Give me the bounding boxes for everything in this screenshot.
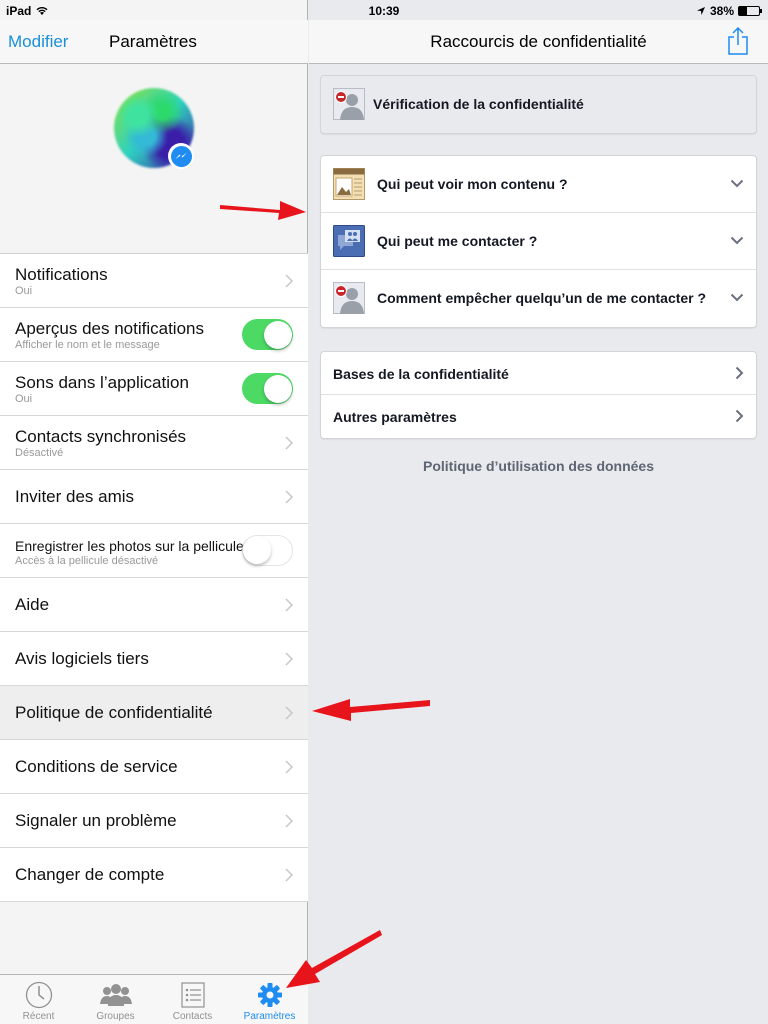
content-icon xyxy=(333,168,365,200)
toggle-switch[interactable] xyxy=(242,319,293,350)
tab-settings[interactable]: Paramètres xyxy=(231,975,308,1024)
share-icon[interactable] xyxy=(726,26,750,56)
toggle-switch[interactable] xyxy=(242,535,293,566)
tab-bar: Récent Groupes Contacts Paramètres xyxy=(0,974,308,1024)
settings-row[interactable]: Changer de compte xyxy=(0,848,308,902)
chevron-down-icon xyxy=(730,236,744,245)
privacy-checkup-label: Vérification de la confidentialité xyxy=(373,96,584,112)
settings-row-label: Sons dans l’application xyxy=(15,373,189,392)
clock-icon xyxy=(25,981,52,1009)
settings-row[interactable]: Politique de confidentialité xyxy=(0,686,308,740)
shortcut-label: Qui peut voir mon contenu ? xyxy=(377,176,568,192)
settings-row[interactable]: Notifications Oui xyxy=(0,254,308,308)
settings-row-label: Changer de compte xyxy=(15,865,165,884)
profile-header xyxy=(0,65,308,253)
contacts-list-icon xyxy=(180,982,205,1008)
settings-row-label: Signaler un problème xyxy=(15,811,177,830)
battery-icon xyxy=(738,6,762,16)
shortcut-who-can-contact[interactable]: Qui peut me contacter ? xyxy=(321,213,756,270)
chevron-right-icon xyxy=(285,868,294,882)
chevron-right-icon xyxy=(285,436,294,450)
toggle-knob xyxy=(263,320,292,349)
chevron-right-icon xyxy=(285,274,294,288)
settings-row[interactable]: Signaler un problème xyxy=(0,794,308,848)
settings-row[interactable]: Inviter des amis xyxy=(0,470,308,524)
settings-row-label: Enregistrer les photos sur la pellicule xyxy=(15,538,244,554)
settings-list: Notifications Oui Aperçus des notification… xyxy=(0,253,308,902)
chevron-right-icon xyxy=(285,706,294,720)
toggle-knob xyxy=(263,374,292,403)
settings-row[interactable]: Sons dans l’application Oui xyxy=(0,362,308,416)
privacy-title: Raccourcis de confidentialité xyxy=(430,32,647,51)
settings-row-sublabel: Désactivé xyxy=(15,447,64,459)
settings-row-label: Aperçus des notifications xyxy=(15,319,204,338)
settings-row[interactable]: Enregistrer les photos sur la pellicule A… xyxy=(0,524,308,578)
messenger-badge xyxy=(168,143,194,169)
toggle-knob xyxy=(243,536,271,564)
tab-groups-label: Groupes xyxy=(96,1011,135,1022)
shortcut-who-can-see[interactable]: Qui peut voir mon contenu ? xyxy=(321,156,756,213)
settings-row-sublabel: Accès à la pellicule désactivé xyxy=(15,555,159,567)
chevron-right-icon xyxy=(285,760,294,774)
shortcuts-card: Qui peut voir mon contenu ? Qui peut me … xyxy=(320,155,757,328)
shortcut-block-contact[interactable]: Comment empêcher quelqu’un de me contact… xyxy=(321,270,756,327)
settings-row-label: Avis logiciels tiers xyxy=(15,649,149,668)
messenger-bolt-icon xyxy=(175,153,187,159)
contact-messages-icon xyxy=(333,225,365,257)
link-label: Bases de la confidentialité xyxy=(333,366,509,382)
edit-button[interactable]: Modifier xyxy=(8,32,68,52)
gear-icon xyxy=(257,983,282,1007)
chevron-down-icon xyxy=(730,179,744,188)
chevron-down-icon xyxy=(730,293,744,302)
settings-pane: Modifier Paramètres Notifications Oui Aper… xyxy=(0,0,308,1024)
chevron-right-icon xyxy=(285,814,294,828)
data-policy-link[interactable]: Politique d’utilisation des données xyxy=(309,458,768,474)
settings-row-label: Conditions de service xyxy=(15,757,178,776)
tab-groups[interactable]: Groupes xyxy=(77,975,154,1024)
settings-row[interactable]: Avis logiciels tiers xyxy=(0,632,308,686)
settings-row-sublabel: Afficher le nom et le message xyxy=(15,339,160,351)
privacy-links-card: Bases de la confidentialité Autres param… xyxy=(320,351,757,439)
settings-row[interactable]: Contacts synchronisés Désactivé xyxy=(0,416,308,470)
settings-nav-bar: Modifier Paramètres xyxy=(0,20,308,64)
groups-icon xyxy=(99,984,132,1006)
chevron-right-icon xyxy=(285,490,294,504)
privacy-checkup-row[interactable]: Vérification de la confidentialité xyxy=(321,76,756,133)
shortcut-label: Qui peut me contacter ? xyxy=(377,233,538,249)
tab-recent-label: Récent xyxy=(22,1011,55,1022)
settings-row-label: Inviter des amis xyxy=(15,487,135,506)
privacy-shortcuts-pane: Raccourcis de confidentialité Vérificati… xyxy=(309,0,768,1024)
status-bar: iPad 10:39 38% xyxy=(0,0,768,20)
toggle-switch[interactable] xyxy=(242,373,293,404)
tab-contacts-label: Contacts xyxy=(172,1011,213,1022)
settings-row-label: Politique de confidentialité xyxy=(15,703,213,722)
settings-row[interactable]: Aide xyxy=(0,578,308,632)
link-privacy-basics[interactable]: Bases de la confidentialité xyxy=(321,352,756,395)
privacy-nav-bar: Raccourcis de confidentialité xyxy=(309,20,768,64)
tab-settings-label: Paramètres xyxy=(243,1011,296,1022)
blocked-user-icon xyxy=(333,88,365,120)
chevron-right-icon xyxy=(285,598,294,612)
tab-recent[interactable]: Récent xyxy=(0,975,77,1024)
link-other-settings[interactable]: Autres paramètres xyxy=(321,395,756,438)
settings-title: Paramètres xyxy=(109,32,197,51)
blocked-user-icon xyxy=(333,282,365,314)
settings-row-label: Notifications xyxy=(15,265,108,284)
battery-percent: 38% xyxy=(709,4,734,18)
settings-row[interactable]: Conditions de service xyxy=(0,740,308,794)
settings-row-label: Contacts synchronisés xyxy=(15,427,187,446)
tab-contacts[interactable]: Contacts xyxy=(154,975,231,1024)
settings-row[interactable]: Aperçus des notifications Afficher le nom… xyxy=(0,308,308,362)
location-arrow-icon xyxy=(696,7,705,15)
clock: 10:39 xyxy=(368,4,400,18)
settings-row-label: Aide xyxy=(15,595,50,614)
settings-row-sublabel: Oui xyxy=(15,393,33,405)
privacy-checkup-card: Vérification de la confidentialité xyxy=(320,75,757,134)
chevron-right-icon xyxy=(735,366,744,380)
settings-row-sublabel: Oui xyxy=(15,285,33,297)
chevron-right-icon xyxy=(735,409,744,423)
link-label: Autres paramètres xyxy=(333,409,457,425)
shortcut-label: Comment empêcher quelqu’un de me contact… xyxy=(377,290,707,306)
chevron-right-icon xyxy=(285,652,294,666)
